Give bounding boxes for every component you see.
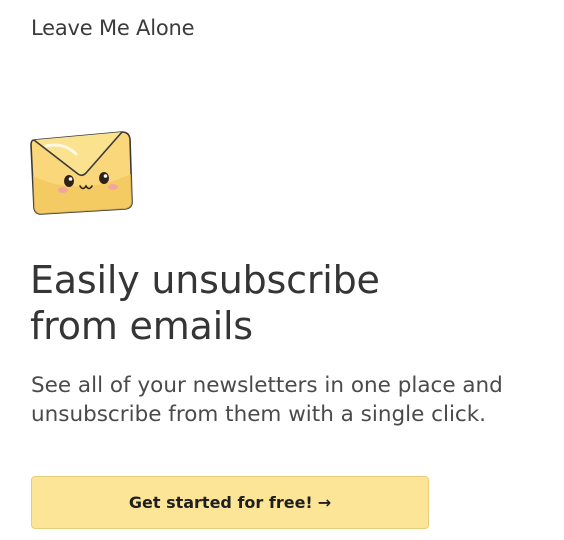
hero-headline-line-1: Easily unsubscribe	[30, 258, 380, 302]
hero-headline: Easily unsubscribe from emails	[30, 257, 550, 349]
get-started-button[interactable]: Get started for free! →	[31, 476, 429, 529]
envelope-mascot-icon	[30, 131, 133, 215]
arrow-right-icon: →	[317, 493, 332, 512]
get-started-label: Get started for free!	[128, 493, 313, 512]
brand-logo-text[interactable]: Leave Me Alone	[31, 16, 195, 40]
hero-headline-line-2: from emails	[30, 304, 253, 348]
hero-subline: See all of your newsletters in one place…	[31, 371, 561, 429]
hero-subline-line-1: See all of your newsletters in one place…	[31, 373, 503, 398]
hero-subline-line-2: unsubscribe from them with a single clic…	[31, 402, 487, 427]
